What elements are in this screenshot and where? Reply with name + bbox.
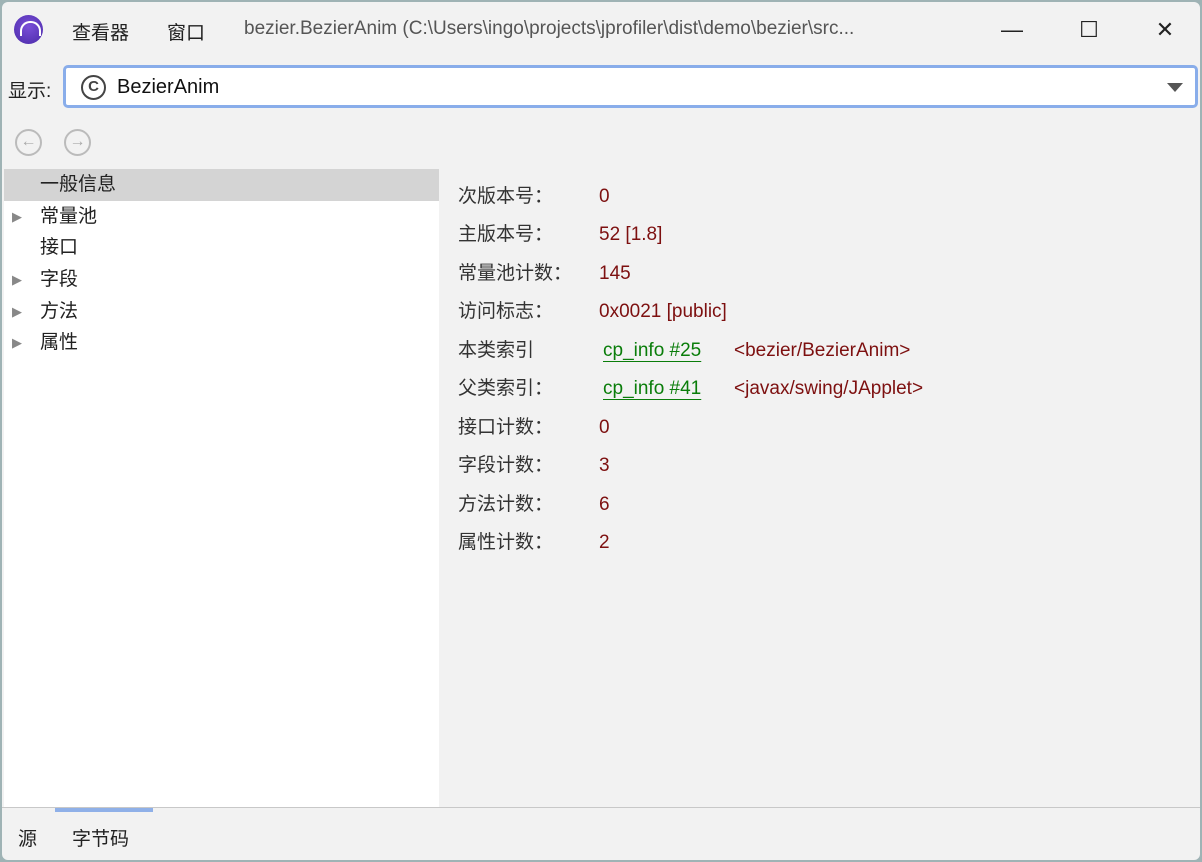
info-value: <bezier/BezierAnim> <box>734 340 911 361</box>
tree-item-label: 方法 <box>40 301 79 322</box>
expand-arrow-icon[interactable]: ▶ <box>12 201 22 233</box>
back-button[interactable]: ← <box>15 129 42 156</box>
tree-item-label: 一般信息 <box>40 174 117 195</box>
class-selector-combo[interactable]: C BezierAnim <box>63 65 1198 108</box>
window-title: bezier.BezierAnim (C:\Users\ingo\project… <box>244 18 855 39</box>
super-class-link[interactable]: cp_info #41 <box>603 374 701 404</box>
tab-bytecode[interactable]: 字节码 <box>72 824 129 851</box>
forward-button[interactable]: → <box>64 129 91 156</box>
chevron-down-icon[interactable] <box>1167 83 1183 92</box>
info-label: 常量池计数： <box>458 263 573 284</box>
info-label: 字段计数： <box>458 455 554 476</box>
info-row-super-class: 父类索引： cp_info #41 <javax/swing/JApplet> <box>458 374 1158 404</box>
info-value: 0x0021 [public] <box>599 301 727 322</box>
tree-item-label: 字段 <box>40 269 79 290</box>
info-row-method-count: 方法计数： 6 <box>458 490 1158 520</box>
info-value: <javax/swing/JApplet> <box>734 378 924 399</box>
info-label: 次版本号： <box>458 186 554 207</box>
class-viewer-window: 查看器 窗口 bezier.BezierAnim (C:\Users\ingo\… <box>0 0 1202 862</box>
info-label: 访问标志： <box>458 301 554 322</box>
title-bar: 查看器 窗口 bezier.BezierAnim (C:\Users\ingo\… <box>2 2 1200 57</box>
info-row-major-version: 主版本号： 52 [1.8] <box>458 220 1158 250</box>
info-label: 接口计数： <box>458 417 554 438</box>
structure-tree: 一般信息 ▶ 常量池 接口 ▶ 字段 ▶ 方法 ▶ 属性 <box>4 169 439 807</box>
info-row-access-flags: 访问标志： 0x0021 [public] <box>458 297 1158 327</box>
maximize-button[interactable]: ☐ <box>1066 10 1112 50</box>
info-row-cp-count: 常量池计数： 145 <box>458 259 1158 289</box>
info-row-interface-count: 接口计数： 0 <box>458 413 1158 443</box>
expand-arrow-icon[interactable]: ▶ <box>12 264 22 296</box>
close-button[interactable]: ✕ <box>1142 10 1188 50</box>
info-row-attribute-count: 属性计数： 2 <box>458 528 1158 558</box>
bottom-tab-bar: 源 字节码 <box>2 807 1200 860</box>
info-label: 父类索引： <box>458 378 554 399</box>
tab-source[interactable]: 源 <box>18 824 37 851</box>
tree-item-attributes[interactable]: ▶ 属性 <box>4 327 439 359</box>
active-tab-indicator <box>55 808 153 812</box>
this-class-link[interactable]: cp_info #25 <box>603 336 701 366</box>
menu-window[interactable]: 窗口 <box>167 18 205 45</box>
info-value: 0 <box>599 186 610 207</box>
info-value: 145 <box>599 263 631 284</box>
selected-class: BezierAnim <box>117 76 220 98</box>
tree-item-interfaces[interactable]: 接口 <box>4 232 439 264</box>
tree-item-fields[interactable]: ▶ 字段 <box>4 264 439 296</box>
tree-item-label: 属性 <box>40 332 79 353</box>
info-label: 属性计数： <box>458 532 554 553</box>
tree-item-general-info[interactable]: 一般信息 <box>4 169 439 201</box>
info-row-minor-version: 次版本号： 0 <box>458 182 1158 212</box>
info-label: 方法计数： <box>458 494 554 515</box>
info-value: 0 <box>599 417 610 438</box>
info-value: 52 [1.8] <box>599 224 663 245</box>
tree-item-methods[interactable]: ▶ 方法 <box>4 296 439 328</box>
expand-arrow-icon[interactable]: ▶ <box>12 327 22 359</box>
expand-arrow-icon[interactable]: ▶ <box>12 296 22 328</box>
class-icon: C <box>81 75 106 100</box>
app-logo-icon <box>14 15 43 44</box>
info-row-this-class: 本类索引 cp_info #25 <bezier/BezierAnim> <box>458 336 1158 366</box>
tree-item-label: 常量池 <box>40 206 98 227</box>
info-value: 2 <box>599 532 610 553</box>
show-label: 显示: <box>8 81 52 102</box>
info-value: 3 <box>599 455 610 476</box>
info-value: 6 <box>599 494 610 515</box>
info-label: 主版本号： <box>458 224 554 245</box>
menu-viewer[interactable]: 查看器 <box>72 18 129 45</box>
tree-item-label: 接口 <box>40 237 79 258</box>
minimize-button[interactable]: — <box>989 10 1035 50</box>
info-label: 本类索引 <box>458 340 535 361</box>
info-row-field-count: 字段计数： 3 <box>458 451 1158 481</box>
tree-item-constant-pool[interactable]: ▶ 常量池 <box>4 201 439 233</box>
